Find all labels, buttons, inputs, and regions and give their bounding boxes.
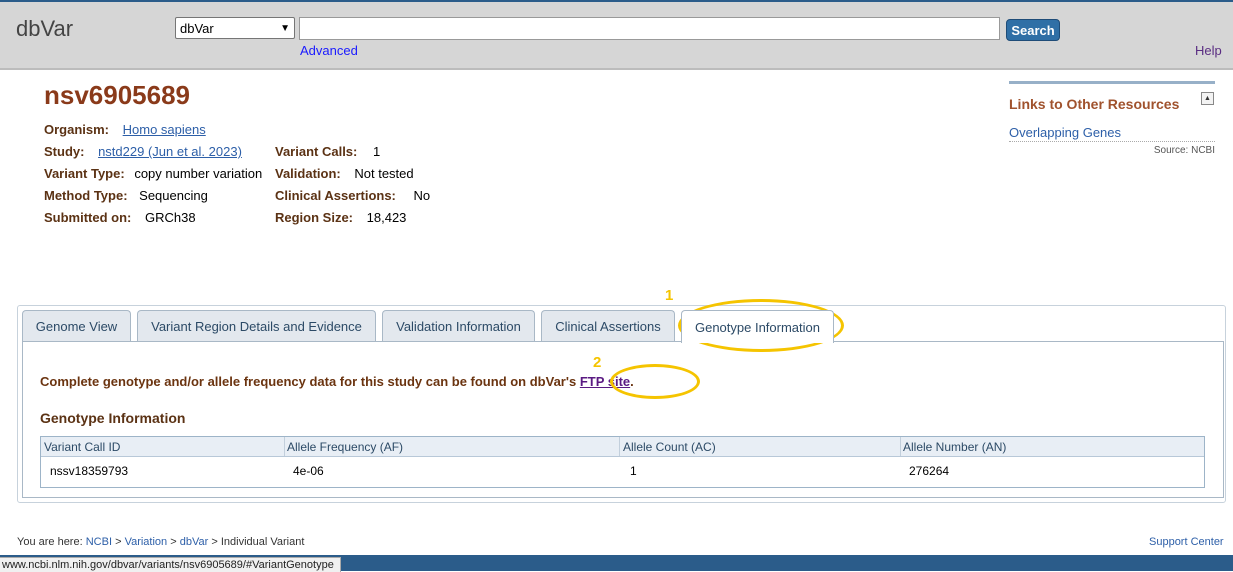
annotation-number-2: 2 bbox=[593, 354, 602, 371]
search-input[interactable] bbox=[299, 17, 1000, 40]
divider bbox=[1009, 141, 1215, 142]
clinical-assertions-value: No bbox=[413, 188, 431, 203]
links-panel: Links to Other Resources bbox=[1009, 81, 1215, 112]
overlapping-genes-link[interactable]: Overlapping Genes bbox=[1009, 125, 1121, 140]
chevron-down-icon: ▼ bbox=[280, 22, 290, 34]
column-header[interactable]: Variant Call ID bbox=[44, 440, 120, 454]
database-select-value: dbVar bbox=[180, 20, 214, 36]
method-type-label: Method Type: bbox=[44, 188, 128, 203]
annotation-circle-2 bbox=[610, 364, 700, 399]
breadcrumb-separator: > bbox=[115, 536, 122, 548]
submitted-label: Submitted on: bbox=[44, 210, 132, 225]
breadcrumb-prefix: You are here: bbox=[17, 536, 83, 548]
column-divider bbox=[619, 437, 620, 456]
column-header[interactable]: Allele Count (AC) bbox=[623, 440, 716, 454]
links-panel-title: Links to Other Resources bbox=[1009, 96, 1180, 112]
advanced-search-link[interactable]: Advanced bbox=[300, 43, 358, 58]
region-size-label: Region Size: bbox=[275, 210, 354, 225]
breadcrumb-dbvar[interactable]: dbVar bbox=[180, 536, 209, 548]
table-cell: 276264 bbox=[909, 464, 950, 478]
submitted-field: Submitted on: GRCh38 bbox=[44, 210, 196, 225]
genotype-table: Variant Call ID Allele Frequency (AF) Al… bbox=[40, 436, 1205, 488]
tab-validation-information[interactable]: Validation Information bbox=[382, 310, 535, 342]
organism-field: Organism: Homo sapiens bbox=[44, 122, 206, 137]
breadcrumb: You are here: NCBI > Variation > dbVar >… bbox=[17, 536, 304, 548]
variant-type-value: copy number variation bbox=[134, 166, 263, 181]
genotype-section-title: Genotype Information bbox=[40, 410, 186, 426]
help-link[interactable]: Help bbox=[1195, 43, 1222, 58]
tab-variant-region-details[interactable]: Variant Region Details and Evidence bbox=[137, 310, 376, 342]
study-field: Study: nstd229 (Jun et al. 2023) bbox=[44, 144, 242, 159]
column-divider bbox=[900, 437, 901, 456]
breadcrumb-separator: > bbox=[211, 536, 218, 548]
region-size-field: Region Size: 18,423 bbox=[275, 210, 406, 225]
breadcrumb-separator: > bbox=[170, 536, 177, 548]
organism-label: Organism: bbox=[44, 122, 110, 137]
table-header-row: Variant Call ID Allele Frequency (AF) Al… bbox=[41, 437, 1204, 457]
collapse-icon[interactable]: ▲ bbox=[1201, 92, 1214, 105]
variant-type-field: Variant Type: copy number variation bbox=[44, 166, 262, 181]
page-title: nsv6905689 bbox=[44, 80, 191, 110]
site-logo[interactable]: dbVar bbox=[16, 16, 73, 42]
table-cell: 1 bbox=[630, 464, 637, 478]
genotype-message: Complete genotype and/or allele frequenc… bbox=[40, 374, 634, 389]
region-size-value: 18,423 bbox=[366, 210, 407, 225]
clinical-assertions-field: Clinical Assertions: No bbox=[275, 188, 430, 203]
annotation-number-1: 1 bbox=[665, 287, 674, 304]
method-type-field: Method Type: Sequencing bbox=[44, 188, 208, 203]
variant-calls-value: 1 bbox=[373, 144, 381, 159]
breadcrumb-current: Individual Variant bbox=[220, 536, 305, 548]
breadcrumb-variation[interactable]: Variation bbox=[125, 536, 168, 548]
database-select[interactable]: dbVar ▼ bbox=[175, 17, 295, 39]
breadcrumb-ncbi[interactable]: NCBI bbox=[86, 536, 112, 548]
table-cell: 4e-06 bbox=[293, 464, 324, 478]
tab-genotype-information[interactable]: Genotype Information bbox=[681, 310, 834, 343]
table-cell: nssv18359793 bbox=[50, 464, 129, 478]
study-link[interactable]: nstd229 (Jun et al. 2023) bbox=[98, 144, 242, 159]
method-type-value: Sequencing bbox=[139, 188, 208, 203]
support-center-link[interactable]: Support Center bbox=[1149, 536, 1224, 548]
validation-label: Validation: bbox=[275, 166, 341, 181]
tab-clinical-assertions[interactable]: Clinical Assertions bbox=[541, 310, 675, 342]
validation-value: Not tested bbox=[354, 166, 414, 181]
tab-genome-view[interactable]: Genome View bbox=[22, 310, 131, 342]
column-header[interactable]: Allele Frequency (AF) bbox=[287, 440, 403, 454]
organism-link[interactable]: Homo sapiens bbox=[123, 122, 206, 137]
variant-calls-label: Variant Calls: bbox=[275, 144, 358, 159]
submitted-value: GRCh38 bbox=[145, 210, 196, 225]
column-divider bbox=[284, 437, 285, 456]
search-button[interactable]: Search bbox=[1006, 19, 1060, 41]
study-label: Study: bbox=[44, 144, 85, 159]
clinical-assertions-label: Clinical Assertions: bbox=[275, 188, 396, 203]
variant-type-label: Variant Type: bbox=[44, 166, 125, 181]
source-label: Source: NCBI bbox=[1153, 145, 1215, 156]
validation-field: Validation: Not tested bbox=[275, 166, 414, 181]
variant-calls-field: Variant Calls: 1 bbox=[275, 144, 380, 159]
genotype-message-text: Complete genotype and/or allele frequenc… bbox=[40, 374, 577, 389]
column-header[interactable]: Allele Number (AN) bbox=[903, 440, 1006, 454]
status-bar-url: www.ncbi.nlm.nih.gov/dbvar/variants/nsv6… bbox=[0, 557, 341, 572]
